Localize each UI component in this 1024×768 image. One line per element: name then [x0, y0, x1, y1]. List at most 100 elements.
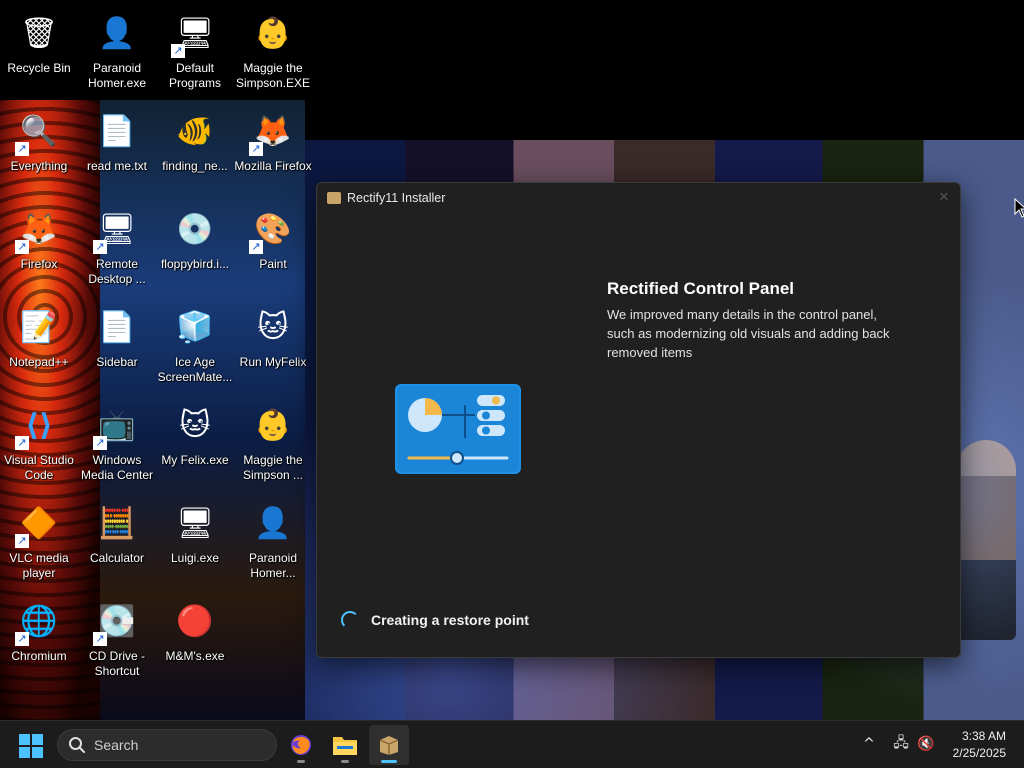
- shortcut-arrow-icon: ↗: [15, 142, 29, 156]
- desktop-icon-label: Everything: [10, 159, 68, 173]
- desktop-icon-label: Windows Media Center: [80, 453, 154, 482]
- taskbar-app-file-explorer[interactable]: [325, 725, 365, 765]
- active-indicator: [381, 760, 397, 763]
- desktop-icon-label: Luigi.exe: [170, 551, 220, 565]
- desktop-icon-firefox[interactable]: 🦊 ↗ Firefox: [0, 200, 78, 290]
- desktop-icon-paranoid-homer-2[interactable]: 👤 Paranoid Homer...: [234, 494, 312, 584]
- desktop-icon-label: Paint: [259, 257, 287, 271]
- close-button[interactable]: ✕: [934, 188, 954, 208]
- desktop-icon-label: Ice Age ScreenMate...: [157, 355, 233, 384]
- taskbar-clock[interactable]: 3:38 AM 2/25/2025: [953, 728, 1006, 762]
- desktop-icon-luigi[interactable]: 🖥 Luigi.exe: [156, 494, 234, 584]
- taskbar-search-box[interactable]: Search: [57, 729, 277, 761]
- windows-logo-icon: [19, 734, 43, 758]
- ice-age-icon: 🧊: [176, 311, 214, 344]
- taskbar-app-rectify11-installer[interactable]: [369, 725, 409, 765]
- desktop-icon-label: M&M's.exe: [165, 649, 225, 663]
- close-icon: ✕: [938, 190, 950, 205]
- chevron-up-icon: ^: [863, 736, 875, 752]
- status-text: Creating a restore point: [371, 612, 529, 628]
- desktop-icon-label: Paranoid Homer...: [248, 551, 298, 580]
- install-status: Creating a restore point: [341, 611, 529, 629]
- firefox-icon: [291, 735, 311, 755]
- default-programs-icon: 🖥 ↗: [171, 10, 219, 58]
- desktop-icon-remote-desktop[interactable]: 🖥 ↗ Remote Desktop ...: [78, 200, 156, 290]
- desktop-icon-vscode[interactable]: ⟨⟩ ↗ Visual Studio Code: [0, 396, 78, 486]
- text-file-icon: 📄: [98, 115, 136, 148]
- shortcut-arrow-icon: ↗: [15, 632, 29, 646]
- firefox-icon: 🦊 ↗: [15, 206, 63, 254]
- desktop-icon-cd-drive[interactable]: 💽 ↗ CD Drive - Shortcut: [78, 592, 156, 682]
- desktop-icon-everything[interactable]: 🔍 ↗ Everything: [0, 102, 78, 192]
- desktop-icon-finding-nemo[interactable]: 🐠 finding_ne...: [156, 102, 234, 192]
- installer-titlebar[interactable]: Rectify11 Installer ✕: [317, 183, 960, 213]
- media-center-icon: 📺 ↗: [93, 402, 141, 450]
- desktop-icon-paranoid-homer[interactable]: 👤 Paranoid Homer.exe: [78, 4, 156, 94]
- desktop-icon-ice-age[interactable]: 🧊 Ice Age ScreenMate...: [156, 298, 234, 388]
- desktop-icon-label: Paranoid Homer.exe: [87, 61, 147, 90]
- search-placeholder: Search: [94, 737, 139, 753]
- running-indicator: [341, 760, 349, 763]
- maggie-icon: 👶: [254, 409, 292, 442]
- desktop-icon-label: Maggie the Simpson ...: [242, 453, 304, 482]
- network-button[interactable]: 🖧: [890, 733, 912, 755]
- shortcut-arrow-icon: ↗: [93, 436, 107, 450]
- start-button[interactable]: [18, 733, 44, 759]
- everything-search-icon: 🔍 ↗: [15, 108, 63, 156]
- shortcut-arrow-icon: ↗: [249, 240, 263, 254]
- desktop-icon-maggie-2[interactable]: 👶 Maggie the Simpson ...: [234, 396, 312, 486]
- desktop-icon-sidebar[interactable]: 📄 Sidebar: [78, 298, 156, 388]
- desktop-icon-label: Sidebar: [96, 355, 138, 369]
- shortcut-arrow-icon: ↗: [93, 240, 107, 254]
- vlc-icon: 🔶 ↗: [15, 500, 63, 548]
- taskbar-app-firefox[interactable]: [281, 725, 321, 765]
- desktop-icon-run-myfelix[interactable]: 🐱 Run MyFelix: [234, 298, 312, 388]
- desktop-icon-label: Default Programs: [168, 61, 221, 90]
- mouse-cursor-icon: [1014, 198, 1024, 218]
- taskbar: Search ^ 🖧 🔇 3:38 AM 2/25/2025: [0, 720, 1024, 768]
- wallpaper-figure: [956, 440, 1016, 640]
- desktop-icon-mozilla-firefox[interactable]: 🦊 ↗ Mozilla Firefox: [234, 102, 312, 192]
- clock-time: 3:38 AM: [961, 729, 1006, 743]
- desktop-icon-label: Mozilla Firefox: [234, 159, 312, 173]
- desktop-icon-my-felix[interactable]: 🐱 My Felix.exe: [156, 396, 234, 486]
- desktop-icon-label: Visual Studio Code: [4, 453, 74, 482]
- desktop-icon-label: CD Drive - Shortcut: [89, 649, 145, 678]
- vscode-icon: ⟨⟩ ↗: [15, 402, 63, 450]
- desktop-icon-vlc[interactable]: 🔶 ↗ VLC media player: [0, 494, 78, 584]
- paint-icon: 🎨 ↗: [249, 206, 297, 254]
- desktop-icon-recycle-bin[interactable]: 🗑 Recycle Bin: [0, 4, 78, 94]
- show-hidden-icons-button[interactable]: ^: [858, 733, 880, 755]
- desktop-icon-media-center[interactable]: 📺 ↗ Windows Media Center: [78, 396, 156, 486]
- installer-window[interactable]: Rectify11 Installer ✕ Rectified Control …: [316, 182, 961, 658]
- desktop-icon-label: floppybird.i...: [160, 257, 230, 271]
- desktop-icon-mms[interactable]: 🔴 M&M's.exe: [156, 592, 234, 682]
- shortcut-arrow-icon: ↗: [171, 44, 185, 58]
- shortcut-arrow-icon: ↗: [15, 240, 29, 254]
- desktop-icon-label: Firefox: [20, 257, 58, 271]
- desktop-icon-calculator[interactable]: 🧮 Calculator: [78, 494, 156, 584]
- volume-muted-icon: 🔇: [917, 736, 935, 752]
- desktop-icon-read-me[interactable]: 📄 read me.txt: [78, 102, 156, 192]
- fish-icon: 🐠: [176, 115, 214, 148]
- desktop-icon-default-programs[interactable]: 🖥 ↗ Default Programs: [156, 4, 234, 94]
- maggie-icon: 👶: [254, 17, 292, 50]
- desktop-icon-paint[interactable]: 🎨 ↗ Paint: [234, 200, 312, 290]
- shortcut-arrow-icon: ↗: [249, 142, 263, 156]
- desktop-icon-label: read me.txt: [86, 159, 148, 173]
- chromium-icon: 🌐 ↗: [15, 598, 63, 646]
- desktop-icon-label: VLC media player: [9, 551, 69, 580]
- desktop-icon-label: My Felix.exe: [161, 453, 229, 467]
- desktop-icon-floppybird[interactable]: 💿 floppybird.i...: [156, 200, 234, 290]
- volume-button[interactable]: 🔇: [915, 733, 937, 755]
- felix-icon: 🐱: [257, 311, 289, 344]
- installer-title: Rectify11 Installer: [347, 191, 446, 205]
- desktop-icon-chromium[interactable]: 🌐 ↗ Chromium: [0, 592, 78, 682]
- desktop-icon-maggie[interactable]: 👶 Maggie the Simpson.EXE: [234, 4, 312, 94]
- disc-image-icon: 💿: [176, 213, 214, 246]
- desktop-icon-notepadpp[interactable]: 📝 Notepad++: [0, 298, 78, 388]
- mms-icon: 🔴: [176, 605, 214, 638]
- homer-icon: 👤: [98, 17, 136, 50]
- clock-date: 2/25/2025: [952, 746, 1006, 760]
- running-indicator: [297, 760, 305, 763]
